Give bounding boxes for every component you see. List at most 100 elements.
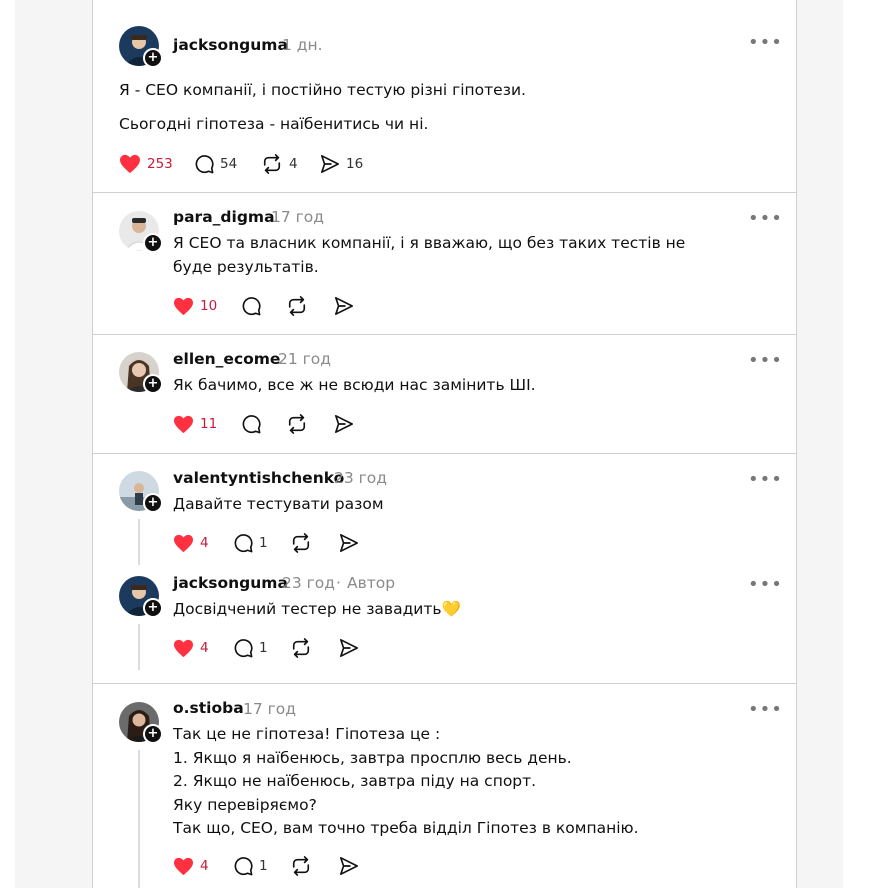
repost-button[interactable]	[286, 295, 308, 317]
comment-button[interactable]	[241, 295, 261, 317]
heart-filled-icon	[120, 154, 140, 174]
comment-button[interactable]: 1	[233, 532, 268, 554]
reply-actions: 11	[173, 413, 373, 435]
speech-bubble-icon	[242, 297, 261, 316]
like-button[interactable]: 4	[173, 532, 209, 554]
like-count: 253	[147, 156, 173, 172]
reply-username[interactable]: o.stioba	[173, 699, 244, 717]
repost-button[interactable]	[290, 532, 312, 554]
comment-count: 1	[259, 535, 268, 551]
repost-count: 4	[289, 156, 298, 172]
reply-username[interactable]: valentyntishchenko	[173, 469, 344, 487]
speech-bubble-icon	[195, 155, 214, 174]
share-button[interactable]	[339, 532, 359, 554]
author-label: Автор	[347, 574, 396, 592]
share-button[interactable]	[334, 295, 354, 317]
follow-plus-icon[interactable]: +	[143, 374, 163, 394]
speech-bubble-icon	[234, 857, 253, 876]
reply-username[interactable]: ellen_ecome	[173, 350, 280, 368]
repost-arrows-icon	[263, 154, 281, 174]
like-count: 4	[200, 858, 209, 874]
like-button[interactable]: 10	[173, 295, 217, 317]
like-count: 10	[200, 298, 218, 314]
more-dots-icon[interactable]: •••	[748, 574, 783, 595]
repost-arrows-icon	[292, 638, 310, 658]
page-margin-right	[843, 0, 888, 888]
reply-time: 21 год	[278, 350, 331, 368]
reply-time: 23 год	[282, 574, 335, 592]
post-actions: 253 54 4 16	[119, 153, 419, 175]
repost-arrows-icon	[288, 414, 306, 434]
paper-plane-icon	[340, 534, 358, 552]
reply-text: Так це не гіпотеза! Гіпотеза це : 1. Якщ…	[173, 725, 639, 837]
reply-time: 17 год	[271, 208, 324, 226]
speech-bubble-icon	[234, 534, 253, 553]
comment-button[interactable]: 1	[233, 855, 268, 877]
reply-ellen-ecome: + ellen_ecome 21 год ••• Як бачимо, все …	[93, 335, 796, 453]
post-text-line-2: Сьогодні гіпотеза - наїбенитись чи ні.	[119, 115, 429, 133]
separator-dot: ·	[336, 574, 341, 592]
heart-filled-icon	[174, 857, 193, 875]
repost-arrows-icon	[292, 533, 310, 553]
more-dots-icon[interactable]: •••	[748, 32, 783, 53]
follow-plus-icon[interactable]: +	[143, 493, 163, 513]
speech-bubble-icon	[234, 639, 253, 658]
like-button[interactable]: 253	[119, 153, 173, 175]
follow-plus-icon[interactable]: +	[143, 48, 163, 68]
repost-button[interactable]	[290, 637, 312, 659]
repost-button[interactable]: 4	[261, 153, 298, 175]
page-margin-left	[0, 0, 15, 888]
heart-filled-icon	[174, 415, 193, 433]
like-button[interactable]: 11	[173, 413, 217, 435]
comment-button[interactable]	[241, 413, 261, 435]
reply-actions: 4 1	[173, 637, 373, 659]
repost-button[interactable]	[286, 413, 308, 435]
reply-valentyntishchenko: + valentyntishchenko 23 год ••• Давайте …	[93, 454, 796, 572]
reply-text: Досвідчений тестер не завадить💛	[173, 600, 461, 618]
share-button[interactable]	[334, 413, 354, 435]
share-button[interactable]: 16	[320, 153, 363, 175]
reply-jacksonguma-author: + jacksonguma 23 год · Автор ••• Досвідч…	[93, 559, 796, 683]
comment-button[interactable]: 54	[194, 153, 237, 175]
more-dots-icon[interactable]: •••	[748, 469, 783, 490]
more-dots-icon[interactable]: •••	[748, 350, 783, 371]
comment-count: 1	[259, 640, 268, 656]
like-button[interactable]: 4	[173, 855, 209, 877]
post-text-line-1: Я - CEO компанії, і постійно тестую різн…	[119, 81, 526, 99]
paper-plane-icon	[335, 297, 353, 315]
comment-count: 54	[220, 156, 238, 172]
comment-button[interactable]: 1	[233, 637, 268, 659]
reply-text: Давайте тестувати разом	[173, 495, 384, 513]
follow-plus-icon[interactable]: +	[143, 724, 163, 744]
repost-arrows-icon	[288, 296, 306, 316]
reply-actions: 4 1	[173, 532, 373, 554]
speech-bubble-icon	[242, 415, 261, 434]
like-count: 4	[200, 640, 209, 656]
more-dots-icon[interactable]: •••	[748, 699, 783, 720]
paper-plane-icon	[321, 155, 339, 173]
reply-actions: 4 1	[173, 855, 373, 877]
paper-plane-icon	[335, 415, 353, 433]
reply-o-stioba: + o.stioba 17 год ••• Так це не гіпотеза…	[93, 684, 796, 888]
thread-card: + jacksonguma 1 дн. ••• Я - CEO компанії…	[92, 0, 797, 888]
share-button[interactable]	[339, 637, 359, 659]
like-count: 11	[200, 416, 218, 432]
more-dots-icon[interactable]: •••	[748, 208, 783, 229]
reply-username[interactable]: jacksonguma	[173, 574, 288, 592]
comment-count: 1	[259, 858, 268, 874]
follow-plus-icon[interactable]: +	[143, 598, 163, 618]
main-post: + jacksonguma 1 дн. ••• Я - CEO компанії…	[93, 0, 796, 192]
share-count: 16	[346, 156, 364, 172]
post-time: 1 дн.	[282, 36, 323, 54]
post-username[interactable]: jacksonguma	[173, 36, 288, 54]
repost-button[interactable]	[290, 855, 312, 877]
repost-arrows-icon	[292, 856, 310, 876]
heart-filled-icon	[174, 534, 193, 552]
share-button[interactable]	[339, 855, 359, 877]
follow-plus-icon[interactable]: +	[143, 233, 163, 253]
reply-para-digma: + para_digma 17 год ••• Я CEO та власник…	[93, 193, 796, 334]
like-button[interactable]: 4	[173, 637, 209, 659]
reply-username[interactable]: para_digma	[173, 208, 275, 226]
heart-filled-icon	[174, 297, 193, 315]
reply-time: 23 год	[334, 469, 387, 487]
